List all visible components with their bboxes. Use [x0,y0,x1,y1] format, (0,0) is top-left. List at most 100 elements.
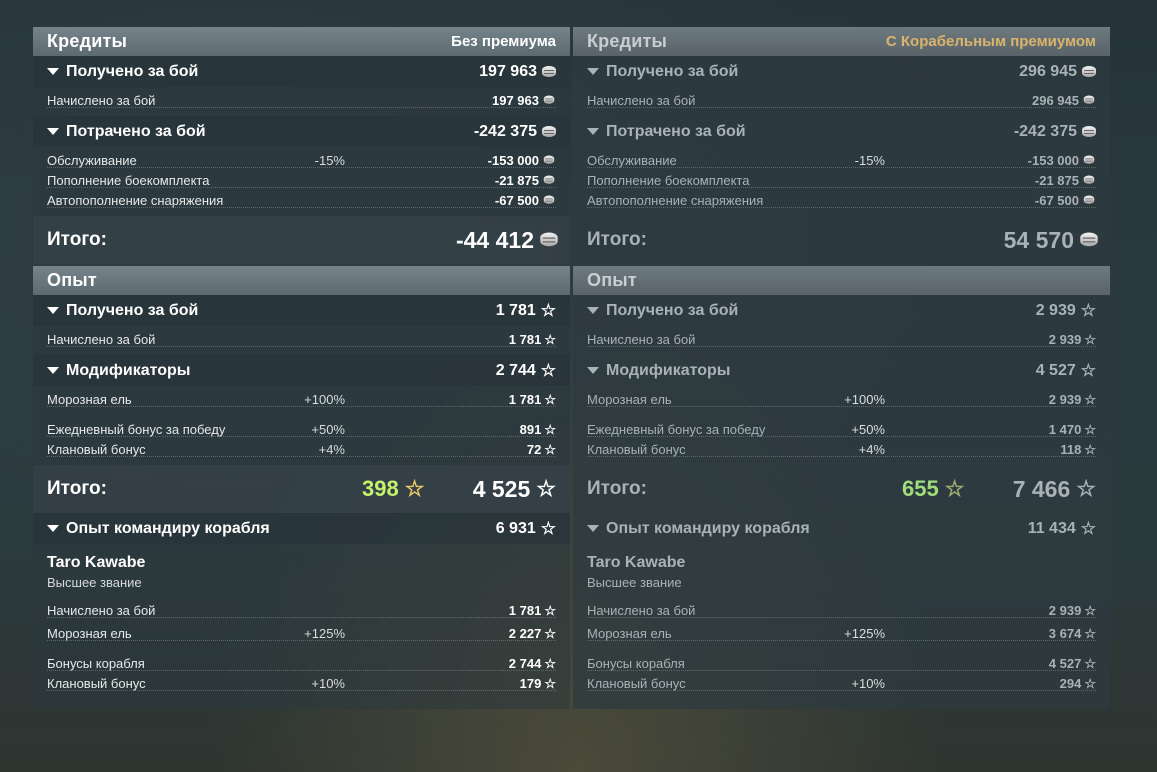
section-label: Модификаторы [606,361,731,379]
list-item: Начислено за бой 2 939 ☆ [587,602,1096,618]
bonus-xp-value: 398 [362,476,399,501]
credits-coin-icon [540,232,558,248]
xp-earned-rows: Начислено за бой 1 781 ☆ [33,326,570,355]
modifiers-section[interactable]: Модификаторы 2 744 ☆ [33,355,570,386]
triangle-down-icon [47,68,59,75]
triangle-down-icon [47,307,59,314]
commander-xp-section[interactable]: Опыт командиру корабля 11 434 ☆ [573,513,1110,544]
total-value: -44 412 [455,226,534,253]
list-item: Клановый бонус +4% 72 ☆ [47,441,556,457]
list-item: Начислено за бой 1 781 ☆ [47,602,556,618]
list-item: Морозная ель +125% 2 227 ☆ [47,625,556,641]
credits-coin-icon [1083,155,1095,165]
credits-spent-section[interactable]: Потрачено за бой -242 375 [33,116,570,147]
list-item: Бонусы корабля 2 744 ☆ [47,655,556,671]
commander-rank: Высшее звание [587,575,682,590]
list-item: Клановый бонус +10% 294 ☆ [587,675,1096,691]
total-value: 7 466 [1012,475,1071,502]
credits-earned-section[interactable]: Получено за бой 296 945 [573,56,1110,87]
list-item: Морозная ель +100% 1 781 ☆ [47,391,556,407]
credits-earned-rows: Начислено за бой 296 945 [573,87,1110,116]
section-value: 4 527 [1035,361,1076,379]
xp-star-icon: ☆ [544,421,556,437]
total-label: Итого: [587,229,647,250]
modifiers-section[interactable]: Модификаторы 4 527 ☆ [573,355,1110,386]
xp-star-icon: ☆ [1080,301,1096,320]
section-label: Получено за бой [66,301,199,319]
total-label: Итого: [587,478,647,499]
xp-star-icon: ☆ [1084,675,1096,691]
xp-star-icon: ☆ [1080,519,1096,538]
triangle-down-icon [587,367,599,374]
commander-info: Taro Kawabe Высшее звание [573,544,1110,596]
credits-coin-icon [543,195,555,205]
section-label: Опыт командиру корабля [66,519,270,537]
credits-total: Итого: -44 412 [33,216,570,264]
xp-title: Опыт [47,270,97,290]
xp-star-icon: ☆ [404,476,425,501]
list-item: Пополнение боекомплекта -21 875 [33,170,570,190]
section-value: 6 931 [495,519,536,537]
credits-spent-section[interactable]: Потрачено за бой -242 375 [573,116,1110,147]
credits-spent-rows: Обслуживание -15% -153 000 Пополнение боек… [33,147,570,216]
list-item: Морозная ель +125% 3 674 ☆ [587,625,1096,641]
section-value: -242 375 [1013,122,1077,140]
xp-star-icon: ☆ [544,625,556,641]
list-item: Начислено за бой 1 781 ☆ [47,331,556,347]
xp-star-icon: ☆ [544,391,556,407]
xp-star-icon: ☆ [544,675,556,691]
section-value: 197 963 [479,62,537,80]
xp-total: Итого: 398 ☆ 4 525 ☆ [33,465,570,513]
xp-star-icon: ☆ [944,476,965,501]
credits-earned-section[interactable]: Получено за бой 197 963 [33,56,570,87]
bonus-xp: 655 ☆ [902,476,964,502]
xp-star-icon: ☆ [540,301,556,320]
commander-rows: Начислено за бой 2 939 ☆ Морозная ель +125%… [573,596,1110,709]
xp-star-icon: ☆ [1084,602,1096,618]
list-item: Автопополнение снаряжения -67 500 [33,190,570,210]
list-item: Автопополнение снаряжения -67 500 [573,190,1110,210]
xp-earned-section[interactable]: Получено за бой 1 781 ☆ [33,295,570,326]
list-item: Клановый бонус +10% 179 ☆ [47,675,556,691]
xp-star-icon: ☆ [1084,625,1096,641]
credits-coin-icon [542,125,556,138]
list-item: Пополнение боекомплекта -21 875 [573,170,1110,190]
total-value: 4 525 [472,475,531,502]
list-item: Обслуживание -15% -153 000 [573,150,1110,170]
credits-coin-icon [1082,65,1096,78]
bonus-xp: 398 ☆ [362,476,424,502]
credits-total: Итого: 54 570 [573,216,1110,264]
xp-star-icon: ☆ [1080,361,1096,380]
xp-star-icon: ☆ [544,441,556,457]
list-item: Ежедневный бонус за победу +50% 1 470 ☆ [587,421,1096,437]
xp-earned-section[interactable]: Получено за бой 2 939 ☆ [573,295,1110,326]
xp-star-icon: ☆ [1084,655,1096,671]
triangle-down-icon [47,128,59,135]
list-item: Ежедневный бонус за победу +50% 891 ☆ [47,421,556,437]
credits-coin-icon [1083,95,1095,105]
triangle-down-icon [587,525,599,532]
list-item: Обслуживание -15% -153 000 [33,150,570,170]
commander-name: Taro Kawabe [587,554,686,571]
premium-column: Кредиты С Корабельным премиумом Получено… [573,27,1110,709]
credits-coin-icon [1083,175,1095,185]
credits-header: Кредиты Без премиума [33,27,570,56]
list-item: Начислено за бой 197 963 [33,90,570,110]
triangle-down-icon [587,128,599,135]
commander-xp-section[interactable]: Опыт командиру корабля 6 931 ☆ [33,513,570,544]
credits-coin-icon [543,175,555,185]
modifiers-rows: Морозная ель +100% 2 939 ☆ Ежедневный бонус… [573,386,1110,465]
commander-name: Taro Kawabe [47,554,146,571]
section-label: Получено за бой [606,62,739,80]
section-value: -242 375 [473,122,537,140]
credits-coin-icon [1083,195,1095,205]
section-label: Получено за бой [66,62,199,80]
section-label: Получено за бой [606,301,739,319]
total-value: 54 570 [1003,226,1074,253]
list-item: Начислено за бой 296 945 [573,90,1110,110]
credits-coin-icon [1082,125,1096,138]
xp-star-icon: ☆ [1084,391,1096,407]
credits-header: Кредиты С Корабельным премиумом [573,27,1110,56]
section-label: Потрачено за бой [66,122,206,140]
commander-rank: Высшее звание [47,575,142,590]
